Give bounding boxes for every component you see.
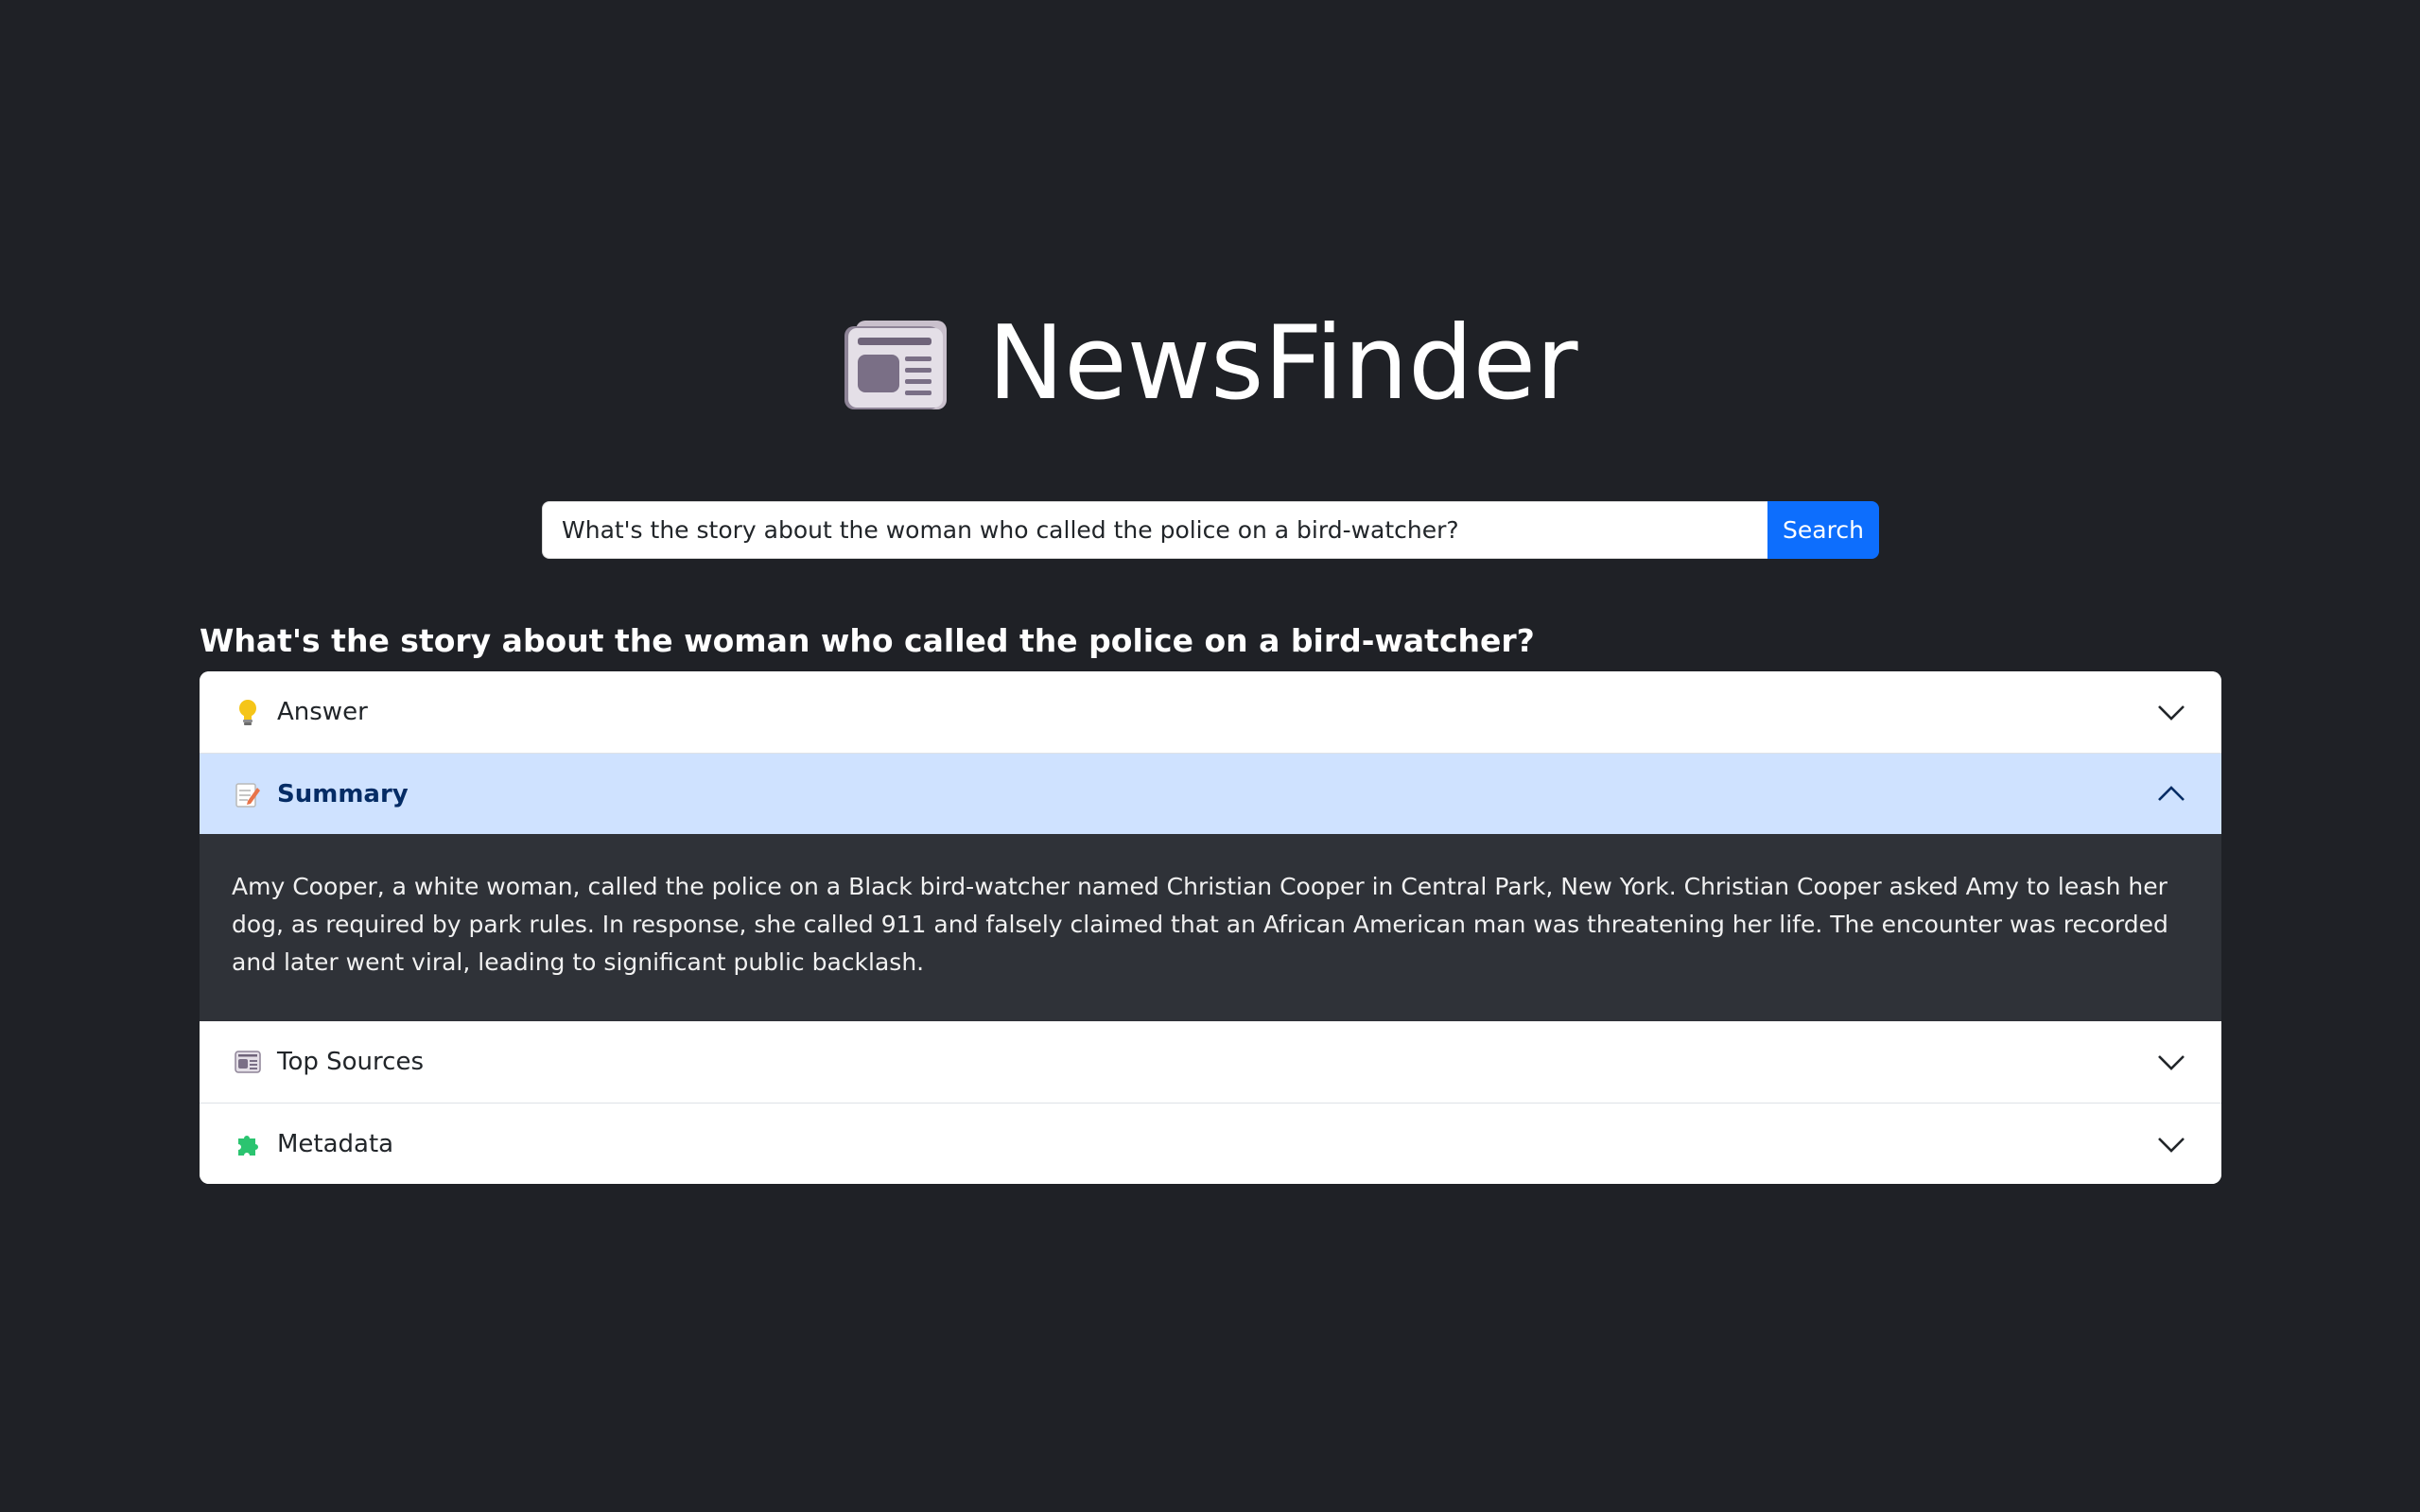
search-button[interactable]: Search	[1767, 501, 1879, 559]
accordion-header-metadata[interactable]: Metadata	[200, 1103, 2221, 1184]
search-input[interactable]	[542, 501, 1767, 559]
chevron-down-icon	[2155, 1046, 2187, 1078]
chevron-up-icon	[2155, 778, 2187, 810]
accordion-label-metadata: Metadata	[277, 1129, 394, 1158]
app-title: NewsFinder	[987, 304, 1578, 423]
puzzle-icon	[234, 1130, 262, 1158]
search-bar: Search	[542, 501, 1879, 559]
lightbulb-icon	[234, 698, 262, 726]
chevron-down-icon	[2155, 1128, 2187, 1160]
memo-icon	[234, 780, 262, 808]
newspaper-icon	[843, 317, 949, 411]
accordion-header-summary[interactable]: Summary	[200, 753, 2221, 834]
chevron-down-icon	[2155, 696, 2187, 728]
newspaper-icon	[234, 1048, 262, 1076]
summary-body: Amy Cooper, a white woman, called the po…	[200, 834, 2221, 1021]
app-header: NewsFinder	[0, 284, 2420, 444]
results-accordion: Answer Summary Amy Cooper, a white woman…	[200, 671, 2221, 1184]
accordion-header-top-sources[interactable]: Top Sources	[200, 1021, 2221, 1103]
accordion-header-answer[interactable]: Answer	[200, 671, 2221, 753]
accordion-label-summary: Summary	[277, 779, 409, 808]
page: NewsFinder Search What's the story about…	[0, 0, 2420, 1512]
query-heading: What's the story about the woman who cal…	[200, 622, 1535, 659]
accordion-label-top-sources: Top Sources	[277, 1048, 424, 1076]
accordion-label-answer: Answer	[277, 698, 368, 726]
